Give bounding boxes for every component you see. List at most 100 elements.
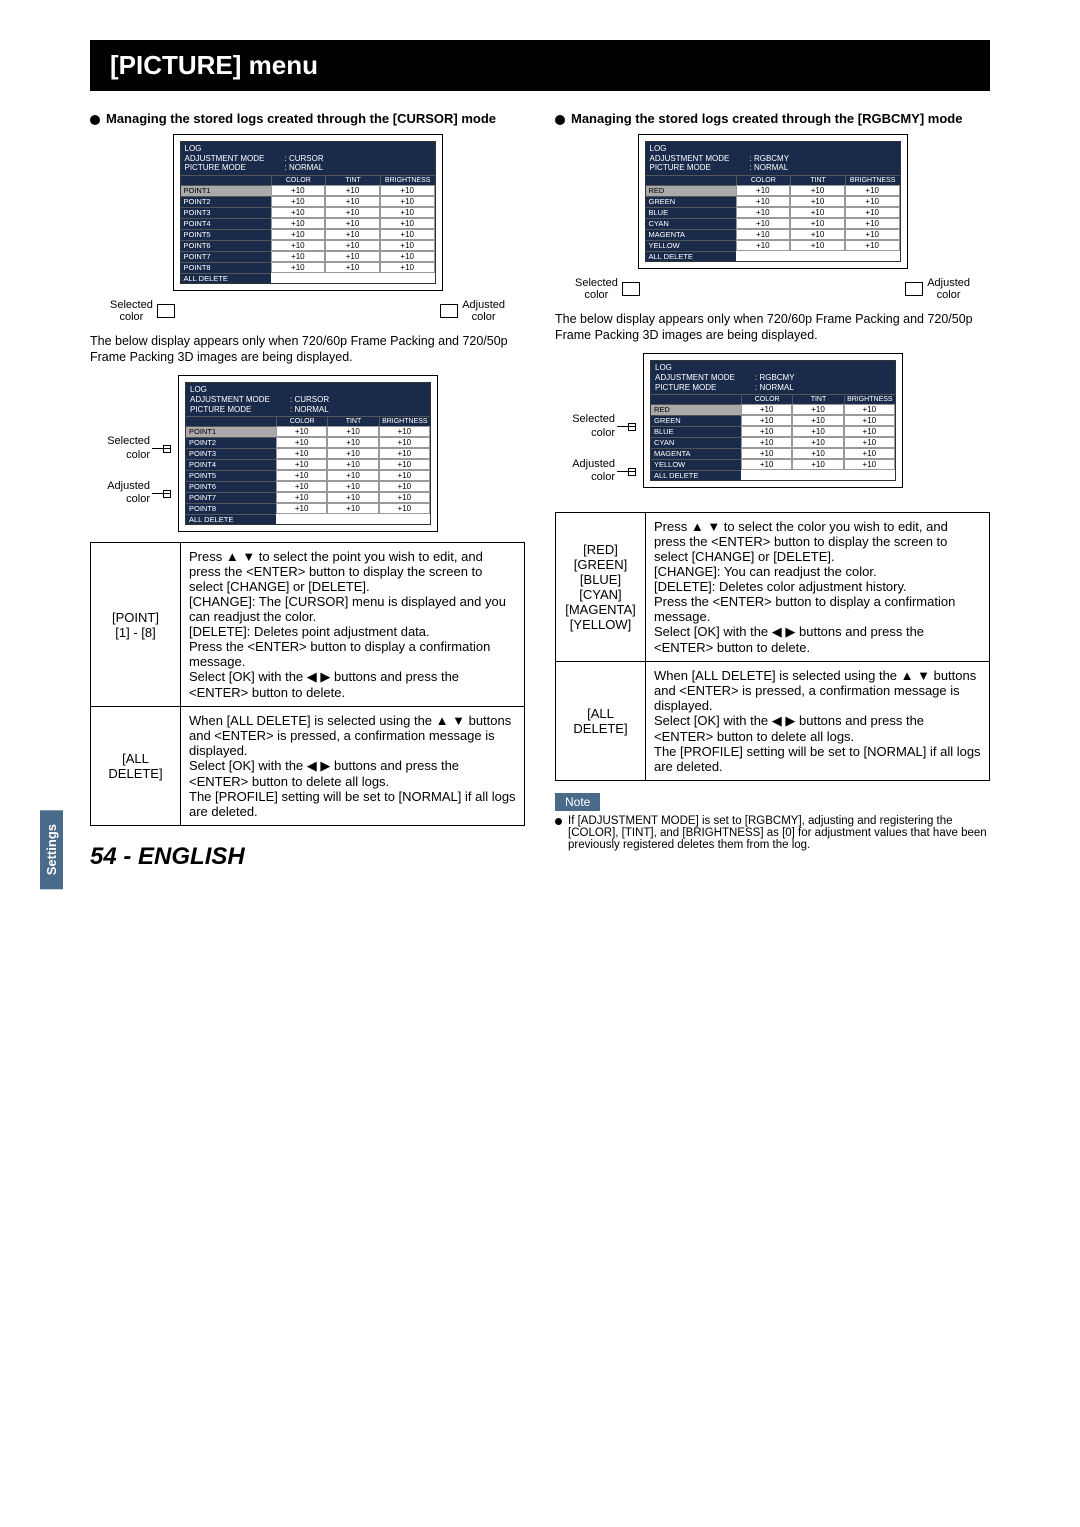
osd-pic-val: : NORMAL (755, 383, 891, 393)
osd-all-delete[interactable]: ALL DELETE (646, 251, 736, 261)
osd-row[interactable]: RED+10+10+10 (646, 185, 900, 196)
instr-alldelete-text: When [ALL DELETE] is selected using the … (181, 707, 525, 826)
osd-row[interactable]: CYAN+10+10+10 (651, 437, 895, 448)
osd-row[interactable]: POINT8+10+10+10 (181, 262, 435, 273)
osd-row[interactable]: CYAN+10+10+10 (646, 218, 900, 229)
osd-row[interactable]: POINT2+10+10+10 (181, 196, 435, 207)
osd-adj-val: : CURSOR (290, 395, 426, 405)
osd-all-delete[interactable]: ALL DELETE (186, 514, 276, 524)
left-osd-1: LOG ADJUSTMENT MODE: CURSOR PICTURE MODE… (173, 134, 443, 291)
osd-row[interactable]: POINT5+10+10+10 (181, 229, 435, 240)
osd-all-delete[interactable]: ALL DELETE (651, 470, 741, 480)
osd-row-value: +10 (844, 448, 895, 459)
osd-row[interactable]: POINT1+10+10+10 (186, 426, 430, 437)
osd-row-name: GREEN (646, 196, 736, 207)
osd-row[interactable]: POINT4+10+10+10 (186, 459, 430, 470)
instr-alldelete-text: When [ALL DELETE] is selected using the … (646, 662, 990, 781)
osd-row-name: MAGENTA (646, 229, 736, 240)
osd-row[interactable]: POINT7+10+10+10 (186, 492, 430, 503)
osd-row-value: +10 (276, 470, 327, 481)
left-desc: The below display appears only when 720/… (90, 333, 525, 366)
osd-adj-label: ADJUSTMENT MODE (190, 395, 290, 405)
osd-row-value: +10 (271, 207, 326, 218)
osd-row[interactable]: POINT8+10+10+10 (186, 503, 430, 514)
osd-row-name: POINT8 (181, 262, 271, 273)
osd-row-value: +10 (845, 207, 900, 218)
osd-row[interactable]: MAGENTA+10+10+10 (651, 448, 895, 459)
osd-row[interactable]: POINT5+10+10+10 (186, 470, 430, 481)
osd-col-bright: BRIGHTNESS (379, 417, 430, 426)
osd-row-name: POINT4 (181, 218, 271, 229)
osd-all-delete[interactable]: ALL DELETE (181, 273, 271, 283)
osd-log-label: LOG (650, 144, 896, 154)
osd-row-value: +10 (276, 426, 327, 437)
osd-pic-label: PICTURE MODE (190, 405, 290, 415)
osd-log-label: LOG (185, 144, 431, 154)
osd-adj-val: : CURSOR (285, 154, 431, 164)
osd-row[interactable]: POINT1+10+10+10 (181, 185, 435, 196)
osd-row-value: +10 (736, 240, 791, 251)
right-desc: The below display appears only when 720/… (555, 311, 990, 344)
osd-row[interactable]: GREEN+10+10+10 (651, 415, 895, 426)
osd-col-color: COLOR (741, 395, 792, 404)
osd-row[interactable]: BLUE+10+10+10 (651, 426, 895, 437)
osd-pic-label: PICTURE MODE (655, 383, 755, 393)
instr-alldelete-label: [ALL DELETE] (556, 662, 646, 781)
right-osd-2: LOG ADJUSTMENT MODE: RGBCMY PICTURE MODE… (643, 353, 903, 488)
osd-row-name: CYAN (646, 218, 736, 229)
osd-row-name: YELLOW (651, 459, 741, 470)
osd-row-value: +10 (379, 492, 430, 503)
osd-row[interactable]: POINT3+10+10+10 (186, 448, 430, 459)
osd-row[interactable]: POINT6+10+10+10 (181, 240, 435, 251)
osd-row[interactable]: GREEN+10+10+10 (646, 196, 900, 207)
osd-row-value: +10 (380, 196, 435, 207)
swatch-adjusted-label: Adjusted color (927, 277, 970, 301)
side-tab-settings: Settings (40, 810, 63, 889)
osd-row-name: POINT7 (181, 251, 271, 262)
osd-row-value: +10 (845, 196, 900, 207)
osd-adj-val: : RGBCMY (750, 154, 896, 164)
swatch-row-right: Selected color Adjusted color (575, 277, 970, 301)
osd-col-blank (181, 176, 271, 185)
osd-row-value: +10 (271, 185, 326, 196)
osd-row-value: +10 (790, 240, 845, 251)
osd-row-value: +10 (380, 229, 435, 240)
osd-col-color: COLOR (271, 176, 326, 185)
osd-row-name: POINT8 (186, 503, 276, 514)
osd-row-value: +10 (325, 229, 380, 240)
osd-row[interactable]: RED+10+10+10 (651, 404, 895, 415)
osd-row-value: +10 (736, 229, 791, 240)
osd-row-value: +10 (380, 218, 435, 229)
osd-row[interactable]: POINT3+10+10+10 (181, 207, 435, 218)
osd-row[interactable]: YELLOW+10+10+10 (651, 459, 895, 470)
side-adjusted: Adjusted color (572, 458, 615, 484)
osd-row-name: BLUE (651, 426, 741, 437)
osd-row-value: +10 (792, 415, 843, 426)
instr-point-label: [POINT] [1] - [8] (91, 543, 181, 707)
left-osd-2: LOG ADJUSTMENT MODE: CURSOR PICTURE MODE… (178, 375, 438, 532)
osd-row-name: RED (646, 185, 736, 196)
osd-row-value: +10 (741, 404, 792, 415)
osd-row-value: +10 (379, 503, 430, 514)
osd-row[interactable]: BLUE+10+10+10 (646, 207, 900, 218)
osd-row-value: +10 (325, 218, 380, 229)
osd-adj-label: ADJUSTMENT MODE (185, 154, 285, 164)
osd-row-value: +10 (327, 492, 378, 503)
osd-row-name: POINT7 (186, 492, 276, 503)
left-heading: Managing the stored logs created through… (90, 111, 525, 126)
osd-row[interactable]: YELLOW+10+10+10 (646, 240, 900, 251)
osd-row-value: +10 (325, 262, 380, 273)
osd-row-value: +10 (736, 196, 791, 207)
osd-row[interactable]: MAGENTA+10+10+10 (646, 229, 900, 240)
osd-row[interactable]: POINT4+10+10+10 (181, 218, 435, 229)
osd-row-value: +10 (327, 437, 378, 448)
osd-row-value: +10 (379, 437, 430, 448)
osd-row[interactable]: POINT6+10+10+10 (186, 481, 430, 492)
osd-row-value: +10 (379, 481, 430, 492)
osd-row[interactable]: POINT7+10+10+10 (181, 251, 435, 262)
side-adjusted: Adjusted color (107, 480, 150, 506)
osd-row-value: +10 (844, 426, 895, 437)
osd-row-name: POINT5 (181, 229, 271, 240)
osd-row[interactable]: POINT2+10+10+10 (186, 437, 430, 448)
osd-col-color: COLOR (276, 417, 327, 426)
